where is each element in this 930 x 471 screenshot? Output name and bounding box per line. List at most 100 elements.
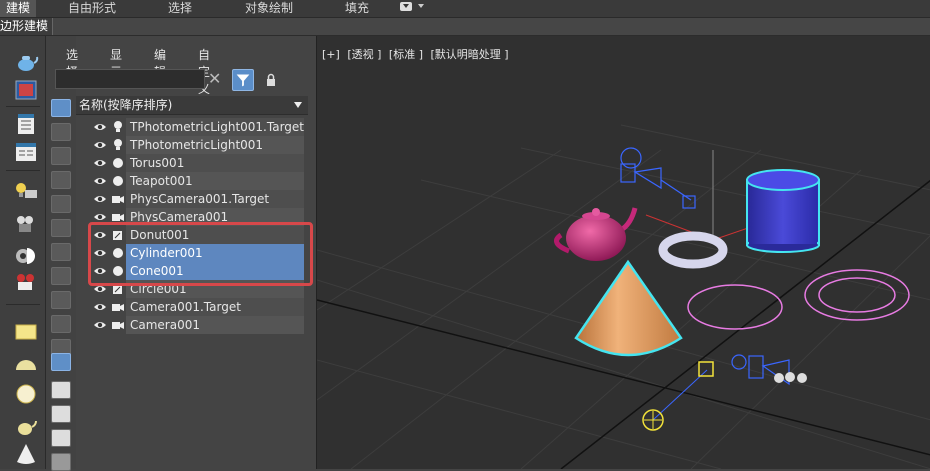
- list-item[interactable]: Camera001: [76, 316, 308, 334]
- camera-icon: [112, 196, 124, 203]
- list-item[interactable]: TPhotometricLight001.Target: [76, 118, 308, 136]
- ribbon-panel: 边形建模: [0, 18, 930, 36]
- filter-particles-icon[interactable]: [51, 315, 71, 333]
- list-item[interactable]: Cone001: [76, 262, 308, 280]
- cylinder-object[interactable]: [746, 169, 820, 253]
- modify-icon[interactable]: [13, 78, 39, 102]
- explorer-filter-column: [46, 36, 77, 471]
- object-name[interactable]: Camera001.Target: [126, 298, 304, 316]
- tab-freeform[interactable]: 自由形式: [68, 0, 116, 17]
- cone-object[interactable]: [574, 259, 683, 357]
- tab-populate[interactable]: 填充: [345, 0, 369, 17]
- plane-icon[interactable]: [13, 320, 39, 344]
- object-name[interactable]: PhysCamera001: [126, 208, 304, 226]
- clear-search-icon[interactable]: ✕: [208, 71, 221, 87]
- chevron-down-icon[interactable]: [418, 4, 424, 8]
- render-setup-icon[interactable]: [13, 242, 39, 266]
- eye-icon[interactable]: [94, 301, 106, 313]
- invert-filter-icon[interactable]: [51, 453, 71, 471]
- filter-bones-icon[interactable]: [51, 291, 71, 309]
- motion-icon[interactable]: [13, 140, 39, 164]
- render-camera-icon[interactable]: [13, 270, 39, 294]
- object-name[interactable]: Circle001: [126, 280, 304, 298]
- eye-icon[interactable]: [94, 157, 106, 169]
- sphere-half-icon[interactable]: [13, 352, 39, 376]
- object-name[interactable]: TPhotometricLight001: [126, 136, 304, 154]
- cone-icon[interactable]: [13, 442, 39, 466]
- name-column-header[interactable]: 名称(按降序排序): [76, 96, 308, 115]
- search-input[interactable]: [55, 69, 205, 89]
- light-icon: [114, 139, 122, 150]
- left-toolbar: [0, 36, 46, 469]
- eye-icon[interactable]: [94, 319, 106, 331]
- list-item[interactable]: Circle001: [76, 280, 308, 298]
- filter-lights-icon[interactable]: [51, 147, 71, 165]
- filter-shapes-icon[interactable]: [51, 123, 71, 141]
- toggle-all-icon[interactable]: [51, 405, 71, 423]
- object-name[interactable]: TPhotometricLight001.Target: [126, 118, 304, 136]
- perspective-viewport[interactable]: [+] [透视 ] [标准 ] [默认明暗处理 ]: [316, 36, 930, 469]
- teapot-create-icon[interactable]: [13, 50, 39, 74]
- phys-camera-gizmo[interactable]: [620, 147, 696, 209]
- eye-icon[interactable]: [94, 229, 106, 241]
- camera-tool-icon[interactable]: [13, 212, 39, 236]
- eye-icon[interactable]: [94, 139, 106, 151]
- filter-frozen-icon[interactable]: [51, 353, 71, 371]
- toggle-hidden-icon[interactable]: [51, 381, 71, 399]
- eye-icon[interactable]: [94, 193, 106, 205]
- camera-icon: [112, 214, 124, 221]
- display-icon[interactable]: [13, 178, 39, 202]
- polygon-modeling-panel-title[interactable]: 边形建模: [0, 18, 54, 35]
- object-name[interactable]: Camera001: [126, 316, 304, 334]
- filter-spacewarps-icon[interactable]: [51, 219, 71, 237]
- scene-explorer: 选择 显示 编辑 自定义 ✕ 名称(按降序排序) TPhotometricLig…: [55, 36, 312, 469]
- filter-cameras-icon[interactable]: [51, 171, 71, 189]
- shape-icon: [113, 231, 122, 240]
- object-name[interactable]: Cylinder001: [126, 244, 304, 262]
- filter-geometry-icon[interactable]: [51, 99, 71, 117]
- tab-modeling[interactable]: 建模: [0, 0, 37, 17]
- filter-toggle-icon[interactable]: [232, 69, 254, 91]
- eye-icon[interactable]: [94, 265, 106, 277]
- list-item[interactable]: Camera001.Target: [76, 298, 308, 316]
- filter-xrefs-icon[interactable]: [51, 267, 71, 285]
- tab-selection[interactable]: 选择: [168, 0, 192, 17]
- eye-icon[interactable]: [94, 121, 106, 133]
- teapot-icon[interactable]: [13, 414, 39, 438]
- object-name[interactable]: Teapot001: [126, 172, 304, 190]
- eye-icon[interactable]: [94, 247, 106, 259]
- lock-icon[interactable]: [266, 73, 276, 87]
- column-header-label: 名称(按降序排序): [79, 98, 173, 112]
- list-item[interactable]: Torus001: [76, 154, 308, 172]
- camera-gizmo[interactable]: [731, 354, 807, 386]
- eye-icon[interactable]: [94, 175, 106, 187]
- tab-object-paint[interactable]: 对象绘制: [245, 0, 293, 17]
- filter-helpers-icon[interactable]: [51, 195, 71, 213]
- geometry-icon: [113, 158, 123, 168]
- torus-object[interactable]: [658, 231, 728, 269]
- ribbon-options-icon[interactable]: [400, 2, 412, 11]
- list-item[interactable]: TPhotometricLight001: [76, 136, 308, 154]
- list-item[interactable]: Donut001: [76, 226, 308, 244]
- list-item[interactable]: PhysCamera001: [76, 208, 308, 226]
- shape-icon: [113, 285, 122, 294]
- list-item[interactable]: Teapot001: [76, 172, 308, 190]
- filter-groups-icon[interactable]: [51, 243, 71, 261]
- eye-icon[interactable]: [94, 211, 106, 223]
- list-item[interactable]: Cylinder001: [76, 244, 308, 262]
- hierarchy-icon[interactable]: [13, 112, 39, 136]
- camera-icon: [112, 322, 124, 329]
- list-item[interactable]: PhysCamera001.Target: [76, 190, 308, 208]
- object-name[interactable]: PhysCamera001.Target: [126, 190, 304, 208]
- object-name[interactable]: Donut001: [126, 226, 304, 244]
- sphere-icon[interactable]: [13, 382, 39, 406]
- sort-down-icon[interactable]: [294, 102, 302, 108]
- object-name[interactable]: Torus001: [126, 154, 304, 172]
- eye-icon[interactable]: [94, 283, 106, 295]
- teapot-object[interactable]: [554, 207, 638, 261]
- object-name[interactable]: Cone001: [126, 262, 304, 280]
- geometry-icon: [113, 176, 123, 186]
- ribbon-tabs: 建模 自由形式 选择 对象绘制 填充: [0, 0, 930, 18]
- viewport-scene: [317, 124, 930, 469]
- toggle-none-icon[interactable]: [51, 429, 71, 447]
